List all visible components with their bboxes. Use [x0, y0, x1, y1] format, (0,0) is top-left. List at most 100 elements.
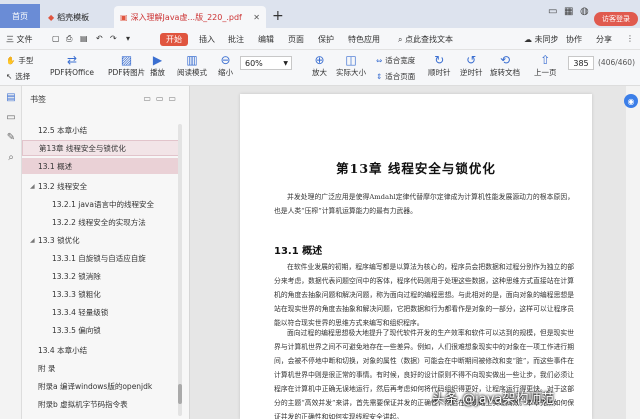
menu-edit[interactable]: 编辑 — [258, 34, 274, 45]
menu-page[interactable]: 页面 — [288, 34, 304, 45]
bookmark-item[interactable]: 13.3.4 轻量级锁 — [22, 304, 180, 320]
bookmark-item[interactable]: 13.3.2 锁消除 — [22, 268, 180, 284]
undo-icon[interactable]: ↶ — [96, 34, 103, 43]
save-icon[interactable]: ▢ — [52, 34, 60, 43]
actual-size-label: 实际大小 — [336, 68, 366, 77]
bookmark-item[interactable]: 13.4 本章小结 — [22, 342, 180, 358]
bookmark-label: 13.2.1 java语言中的线程安全 — [52, 199, 154, 209]
page-number-input[interactable]: 385 — [568, 56, 594, 70]
play-button[interactable]: ▶ 播放 — [150, 53, 165, 78]
bookmark-item[interactable]: 13.3.1 自旋锁与自适应自旋 — [22, 250, 180, 266]
prev-page-button[interactable]: ⇧ 上一页 — [534, 53, 557, 78]
rotate-ccw-button[interactable]: ↺ 逆时针 — [460, 53, 483, 78]
annotation-icon[interactable]: ✎ — [5, 132, 17, 144]
actual-size-button[interactable]: ◫ 实际大小 — [336, 53, 366, 78]
read-mode-button[interactable]: ▥ 阅读模式 — [177, 53, 207, 78]
bookmark-item[interactable]: ◢ 13.2 线程安全 — [22, 178, 180, 194]
print-icon[interactable]: ⎙ — [66, 34, 72, 44]
pdf-to-office-button[interactable]: ⇄ PDF转Office — [50, 53, 94, 78]
bookmark-tools[interactable]: ▭▭▭ — [143, 94, 181, 103]
bookmark-label: 13.2 线程安全 — [38, 181, 88, 191]
chevron-down-icon[interactable]: ◢ — [30, 183, 38, 190]
grid-icon[interactable]: ▦ — [564, 6, 573, 17]
menu-annotate[interactable]: 批注 — [228, 34, 244, 45]
pdf-image-label: PDF转图片 — [108, 68, 146, 77]
menu-features[interactable]: 特色应用 — [348, 34, 380, 45]
redo-icon[interactable]: ↷ — [110, 34, 117, 43]
bookmark-item[interactable]: ◢ 13.3 锁优化 — [22, 232, 180, 248]
login-button[interactable]: 访客登录 — [594, 12, 638, 26]
layout-icon[interactable]: ▭ — [548, 6, 557, 17]
open-icon[interactable]: ▤ — [80, 34, 88, 43]
play-icon: ▶ — [152, 53, 163, 67]
pdf-office-label: PDF转Office — [50, 68, 95, 77]
left-sidebar-strip: ▤ ▭ ✎ ⌕ — [0, 86, 22, 419]
bookmark-item[interactable]: 附录a 编译windows版的openjdk — [22, 378, 180, 394]
search-panel-icon[interactable]: ⌕ — [5, 152, 17, 164]
close-tab-icon[interactable]: ✕ — [253, 13, 260, 22]
assistant-icon[interactable]: ◉ — [624, 94, 638, 108]
rotate-ccw-label: 逆时针 — [460, 68, 483, 77]
bookmark-label: 13.3 锁优化 — [38, 235, 80, 245]
new-tab-icon[interactable]: + — [272, 8, 284, 24]
tab-templates[interactable]: ◆ 稻壳模板 — [42, 6, 110, 28]
bookmark-scrollbar-thumb[interactable] — [178, 384, 182, 404]
pdf-page: 第13章 线程安全与锁优化 并发处理的广泛应用是使得Amdahl定律代替摩尔定律… — [240, 94, 592, 419]
bookmark-label: 第13章 线程安全与锁优化 — [39, 143, 126, 153]
intro-paragraph: 并发处理的广泛应用是使得Amdahl定律代替摩尔定律成为计算机性能发展源动力的根… — [274, 193, 574, 215]
arrow-up-icon: ⇧ — [540, 53, 551, 67]
zoom-in-icon: ⊕ — [314, 53, 325, 67]
menu-start[interactable]: 开始 — [160, 33, 188, 46]
menu-insert[interactable]: 插入 — [199, 34, 215, 45]
book-icon: ▥ — [186, 53, 198, 67]
pdf-to-image-button[interactable]: ▨ PDF转图片 — [108, 53, 145, 78]
search-icon: ⌕ — [398, 35, 403, 44]
bookmark-item[interactable]: 13.1 概述 — [22, 158, 180, 174]
bookmark-panel-icon[interactable]: ▤ — [5, 92, 17, 104]
thumbnail-icon[interactable]: ▭ — [5, 112, 17, 124]
fit-width-button[interactable]: ⇔ 适合宽度 — [376, 55, 415, 66]
zoom-in-button[interactable]: ⊕ 放大 — [312, 53, 327, 78]
fit-page-icon: ⇕ — [376, 72, 383, 81]
zoom-select[interactable]: 60% ▼ — [240, 56, 292, 70]
rotate-cw-icon: ↻ — [434, 53, 445, 67]
rotate-cw-label: 顺时针 — [428, 68, 451, 77]
more-options-icon[interactable]: ⋮ — [626, 34, 634, 43]
avatar[interactable]: ◍ — [580, 6, 589, 17]
bookmark-item[interactable]: 13.3.5 偏向锁 — [22, 322, 180, 338]
sync-status[interactable]: ☁ 未同步 — [524, 34, 559, 45]
hand-tool[interactable]: ✋ 手型 — [6, 55, 33, 66]
rotate-doc-button[interactable]: ⟲ 旋转文档 — [490, 53, 520, 78]
bookmark-label: 13.3.3 锁粗化 — [52, 289, 101, 299]
bookmark-label: 13.3.5 偏向锁 — [52, 325, 101, 335]
search-text[interactable]: ⌕ 点此查找文本 — [398, 34, 453, 45]
bookmark-item[interactable]: 13.2.1 java语言中的线程安全 — [22, 196, 180, 212]
bookmark-label: 13.3.4 轻量级锁 — [52, 307, 109, 317]
bookmark-item[interactable]: 附 录 — [22, 360, 180, 376]
bookmark-item[interactable]: 13.2.2 线程安全的实现方法 — [22, 214, 180, 230]
convert-icon: ⇄ — [66, 53, 78, 67]
menu-protect[interactable]: 保护 — [318, 34, 334, 45]
more-icon[interactable]: ▾ — [126, 34, 130, 43]
bookmark-item[interactable]: 13.3.3 锁粗化 — [22, 286, 180, 302]
cloud-icon: ☁ — [524, 35, 532, 44]
page-count: (406/460) — [598, 58, 636, 67]
rotate-cw-button[interactable]: ↻ 顺时针 — [428, 53, 451, 78]
bookmark-item[interactable]: 附录b 虚拟机字节码指令表 — [22, 396, 180, 412]
chevron-down-icon[interactable]: ◢ — [30, 237, 38, 244]
collab-button[interactable]: 协作 — [566, 34, 582, 45]
fit-page-button[interactable]: ⇕ 适合页面 — [376, 71, 415, 82]
tab-home[interactable]: 首页 — [0, 4, 40, 28]
bookmark-label: 12.5 本章小结 — [38, 125, 88, 135]
bookmark-item[interactable]: 第13章 线程安全与锁优化 — [22, 140, 180, 156]
bookmark-scrollbar-track[interactable] — [178, 124, 182, 416]
select-tool[interactable]: ↖ 选择 — [6, 71, 30, 82]
play-label: 播放 — [150, 68, 165, 77]
share-button[interactable]: 分享 — [596, 34, 612, 45]
menu-file[interactable]: 三 文件 — [6, 34, 33, 45]
zoom-out-button[interactable]: ⊖ 缩小 — [218, 53, 233, 78]
fit-page-label: 适合页面 — [385, 72, 416, 81]
tab-document[interactable]: ▣ 深入理解Java虚...版_220_.pdf ✕ — [114, 6, 266, 28]
document-viewport[interactable]: 第13章 线程安全与锁优化 并发处理的广泛应用是使得Amdahl定律代替摩尔定律… — [190, 86, 626, 419]
bookmark-item[interactable]: 12.5 本章小结 — [22, 122, 180, 138]
